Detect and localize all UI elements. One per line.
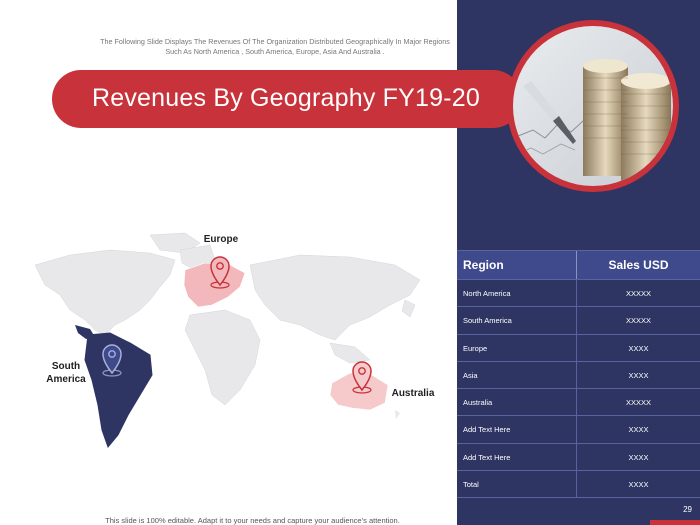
slide-title: Revenues By Geography FY19-20 [92,84,480,112]
table-row: South America XXXXX [457,307,700,335]
table-cell-sales: XXXXX [625,316,651,326]
map-label-europe: Europe [203,234,239,245]
table-header-region: Region [457,251,577,279]
map-region-asia [249,254,421,341]
table-cell-sales: XXXX [628,480,649,490]
table-cell-region: Total [457,471,577,498]
map-label-south-america: South America [46,361,86,385]
page-number-box: 29 [650,505,700,525]
table-cell-region: Add Text Here [457,416,577,443]
europe-pin-icon [210,256,230,289]
table-cell-sales: XXXX [628,370,649,380]
table-row: Total XXXX [457,471,700,499]
table-cell-region: Australia [457,389,577,416]
table-row: Add Text Here XXXX [457,416,700,444]
table-cell-region: Add Text Here [457,443,577,471]
revenue-table: Region Sales USD North America XXXXX Sou… [457,250,700,499]
table-header-row: Region Sales USD [457,250,700,280]
table-cell-sales: XXXX [628,343,649,353]
table-cell-region: Asia [457,361,577,389]
table-row: Add Text Here XXXX [457,443,700,472]
table-row: Asia XXXX [457,361,700,390]
slide-subtitle: The Following Slide Displays The Revenue… [100,37,450,56]
world-map [0,225,457,470]
slide-footer: This slide is 100% editable. Adapt it to… [105,516,400,525]
table-header-sales: Sales USD [608,258,669,272]
table-cell-sales: XXXX [628,452,649,462]
table-cell-sales: XXXXX [625,398,651,408]
australia-pin-icon [352,361,372,394]
map-region-africa [184,309,261,406]
table-cell-sales: XXXX [628,425,649,435]
south-america-pin-icon [102,344,122,377]
map-region-north-america [34,249,176,336]
table-cell-region: Europe [457,334,577,361]
table-row: North America XXXXX [457,280,700,308]
page-number-bar [650,520,700,525]
table-row: Australia XXXXX [457,389,700,417]
map-label-australia: Australia [391,388,435,399]
table-cell-region: South America [457,307,577,334]
coins-photo [513,26,673,186]
table-cell-region: North America [457,280,577,307]
table-cell-sales: XXXXX [625,289,651,298]
page-number: 29 [683,505,692,514]
table-row: Europe XXXX [457,334,700,362]
